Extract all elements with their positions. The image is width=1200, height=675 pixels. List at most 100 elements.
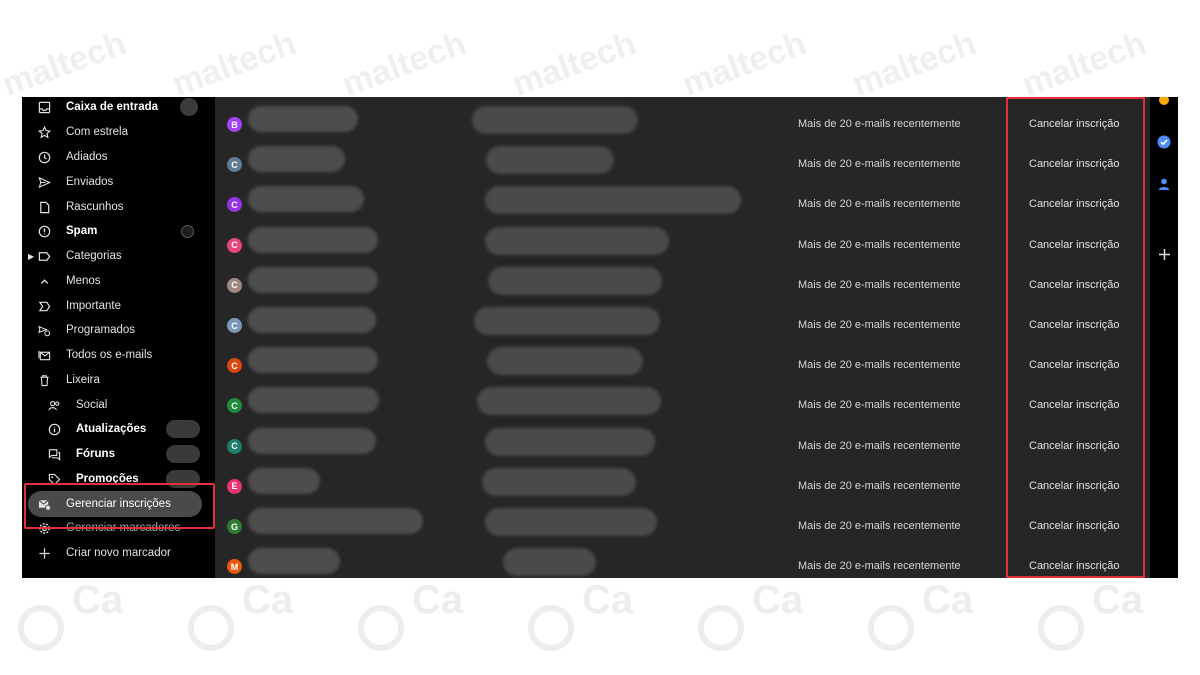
info-icon [46, 421, 62, 437]
redacted-sender-email [503, 548, 596, 577]
email-frequency: Mais de 20 e-mails recentemente [798, 439, 961, 452]
scheduled-icon [36, 322, 52, 338]
redacted-sender-email [485, 508, 657, 536]
sidebar-item-label: Com estrela [66, 126, 128, 138]
redacted-sender-name [248, 186, 364, 213]
email-frequency: Mais de 20 e-mails recentemente [798, 399, 961, 412]
sidebar-item-label: Spam [66, 225, 98, 237]
expand-caret-icon[interactable]: ▶ [28, 252, 34, 261]
sender-avatar: C [227, 438, 242, 454]
send-icon [36, 174, 52, 190]
unread-count-badge [166, 445, 200, 463]
plus-icon [36, 545, 52, 561]
email-frequency: Mais de 20 e-mails recentemente [798, 359, 961, 372]
highlight-unsubscribe-column [1006, 97, 1145, 578]
email-frequency: Mais de 20 e-mails recentemente [798, 198, 961, 211]
redacted-sender-email [488, 266, 662, 295]
sender-avatar: C [227, 157, 242, 173]
sidebar-item-star[interactable]: Com estrela [22, 120, 215, 144]
email-frequency: Mais de 20 e-mails recentemente [798, 238, 961, 251]
sender-avatar: C [227, 277, 242, 293]
email-frequency: Mais de 20 e-mails recentemente [798, 118, 961, 130]
important-icon [36, 298, 52, 314]
inbox-icon [36, 99, 52, 115]
sender-avatar: C [227, 398, 242, 414]
sidebar-item-draft[interactable]: Rascunhos [22, 195, 215, 219]
sidebar-item-important[interactable]: Importante [22, 294, 215, 318]
sidebar-item-all-mail[interactable]: Todos os e-mails [22, 343, 215, 367]
sidebar-item-send[interactable]: Enviados [22, 170, 215, 194]
sidebar-item-label: Criar novo marcador [66, 547, 171, 559]
sidebar-item-info[interactable]: Atualizações [22, 417, 215, 441]
sender-avatar: B [227, 117, 242, 132]
sidebar-item-label: Lixeira [66, 374, 100, 386]
redacted-sender-email [474, 307, 660, 335]
sidebar-item-spam[interactable]: Spam [22, 219, 215, 243]
redacted-sender-email [485, 186, 741, 215]
unread-count-badge [180, 98, 198, 116]
forum-icon [46, 446, 62, 462]
sidebar-item-chevron-up[interactable]: Menos [22, 269, 215, 293]
redacted-sender-name [248, 467, 320, 494]
sidebar-item-plus[interactable]: Criar novo marcador [22, 541, 215, 565]
redacted-sender-email [485, 427, 655, 456]
sidebar-item-inbox[interactable]: Caixa de entrada [22, 97, 215, 119]
email-frequency: Mais de 20 e-mails recentemente [798, 158, 961, 171]
sidebar-item-people[interactable]: Social [22, 393, 215, 417]
all-mail-icon [36, 347, 52, 363]
sidebar-item-label: Gerenciar inscrições [66, 498, 171, 510]
sidebar-item-scheduled[interactable]: Programados [22, 318, 215, 342]
sidebar-item-clock[interactable]: Adiados [22, 145, 215, 169]
redacted-sender-email [472, 106, 638, 134]
sidebar-item-label: Enviados [66, 176, 114, 188]
redacted-sender-email [482, 467, 636, 496]
email-frequency: Mais de 20 e-mails recentemente [798, 278, 961, 291]
chevron-up-icon [36, 273, 52, 289]
sidebar-item-label: Menos [66, 275, 101, 287]
sidebar-item-trash[interactable]: Lixeira [22, 368, 215, 392]
redacted-sender-email [486, 146, 614, 175]
sidebar-item-label: Atualizações [76, 423, 147, 435]
sidebar-item-label: Todos os e-mails [66, 349, 153, 361]
sender-avatar: C [227, 237, 242, 253]
draft-icon [36, 199, 52, 215]
redacted-sender-name [248, 387, 379, 414]
sender-avatar: E [227, 478, 242, 494]
email-frequency: Mais de 20 e-mails recentemente [798, 560, 961, 573]
label-icon [36, 248, 52, 264]
redacted-sender-name [248, 266, 378, 293]
sidebar-item-label: Social [76, 399, 108, 411]
contacts-icon[interactable] [1157, 177, 1171, 191]
redacted-sender-name [248, 347, 378, 374]
sidebar-item-forum[interactable]: Fóruns [22, 442, 215, 466]
spam-icon [36, 223, 52, 239]
redacted-sender-email [487, 347, 643, 376]
sender-avatar: G [227, 519, 242, 534]
redacted-sender-email [477, 387, 661, 416]
sidebar-item-label: Fóruns [76, 448, 115, 460]
trash-icon [36, 372, 52, 388]
sidebar-item-label: Categorias [66, 250, 122, 262]
unread-count-badge [181, 224, 194, 238]
sidebar-item-label: Adiados [66, 151, 108, 163]
tasks-icon[interactable] [1157, 135, 1171, 149]
sender-avatar: C [227, 358, 242, 374]
people-icon [46, 397, 62, 413]
sender-avatar: C [227, 197, 242, 213]
right-side-panel [1150, 97, 1178, 578]
redacted-sender-name [248, 307, 376, 333]
email-frequency: Mais de 20 e-mails recentemente [798, 520, 961, 532]
sidebar-item-label: Caixa de entrada [66, 101, 159, 113]
redacted-sender-name [248, 106, 358, 132]
sidebar-item-label: Importante [66, 300, 121, 312]
sidebar-item-label: Programados [66, 324, 136, 336]
redacted-sender-name [248, 226, 378, 253]
redacted-sender-name [248, 548, 340, 575]
redacted-sender-name [248, 146, 345, 173]
add-app-icon[interactable] [1157, 247, 1171, 261]
redacted-sender-name [248, 508, 423, 534]
manage-subscriptions-icon [36, 496, 52, 512]
keep-icon[interactable] [1157, 97, 1171, 107]
sender-avatar: M [227, 559, 242, 575]
sidebar-item-label[interactable]: ▶ Categorias [22, 244, 215, 268]
